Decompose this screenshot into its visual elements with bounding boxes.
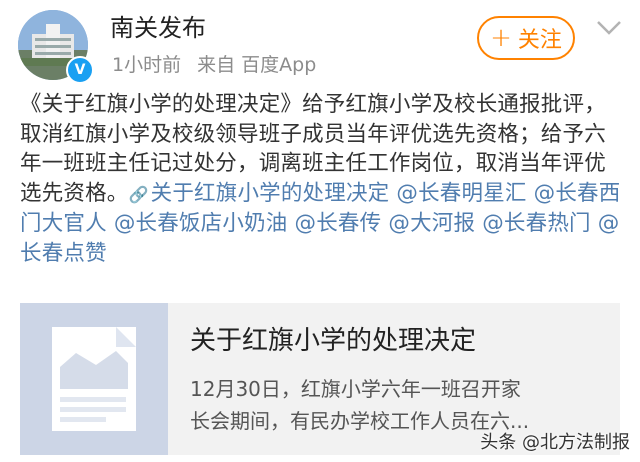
card-title: 关于红旗小学的处理决定 bbox=[190, 326, 477, 356]
user-name[interactable]: 南关发布 bbox=[110, 12, 206, 44]
card-thumbnail bbox=[20, 303, 168, 455]
link-icon: 🔗 bbox=[128, 184, 149, 204]
mention-link[interactable]: @长春热门 bbox=[482, 211, 591, 236]
document-icon bbox=[52, 327, 136, 431]
follow-button[interactable]: + 关注 bbox=[477, 16, 575, 60]
mention-link[interactable]: @长春饭店小奶油 bbox=[114, 211, 288, 236]
post-meta: 1小时前 来自 百度App bbox=[112, 52, 326, 78]
card-desc-line: 12月30日，红旗小学六年一班召开家 bbox=[190, 377, 521, 401]
post-text-segment bbox=[527, 181, 534, 206]
post-time: 1小时前 bbox=[112, 54, 182, 76]
mention-link[interactable]: @长春传 bbox=[295, 211, 382, 236]
post-text-segment bbox=[107, 211, 114, 236]
plus-icon: + bbox=[490, 23, 512, 53]
follow-label: 关注 bbox=[517, 28, 562, 53]
mention-link[interactable]: @大河报 bbox=[388, 211, 475, 236]
verified-badge-icon: V bbox=[66, 56, 94, 84]
mention-link[interactable]: @长春明星汇 bbox=[396, 181, 526, 206]
watermark-text: 头条 @北方法制报 bbox=[480, 432, 630, 453]
article-link[interactable]: 关于红旗小学的处理决定 bbox=[151, 181, 390, 206]
post-text-segment bbox=[591, 211, 598, 236]
post-source: 来自 百度App bbox=[197, 54, 317, 76]
post-text: 《关于红旗小学的处理决定》给予红旗小学及校长通报批评，取消红旗小学及校级领导班子… bbox=[20, 90, 626, 268]
post-text-segment bbox=[287, 211, 294, 236]
watermark: 头条 @北方法制报 bbox=[480, 428, 630, 454]
chevron-down-icon[interactable] bbox=[594, 18, 624, 38]
